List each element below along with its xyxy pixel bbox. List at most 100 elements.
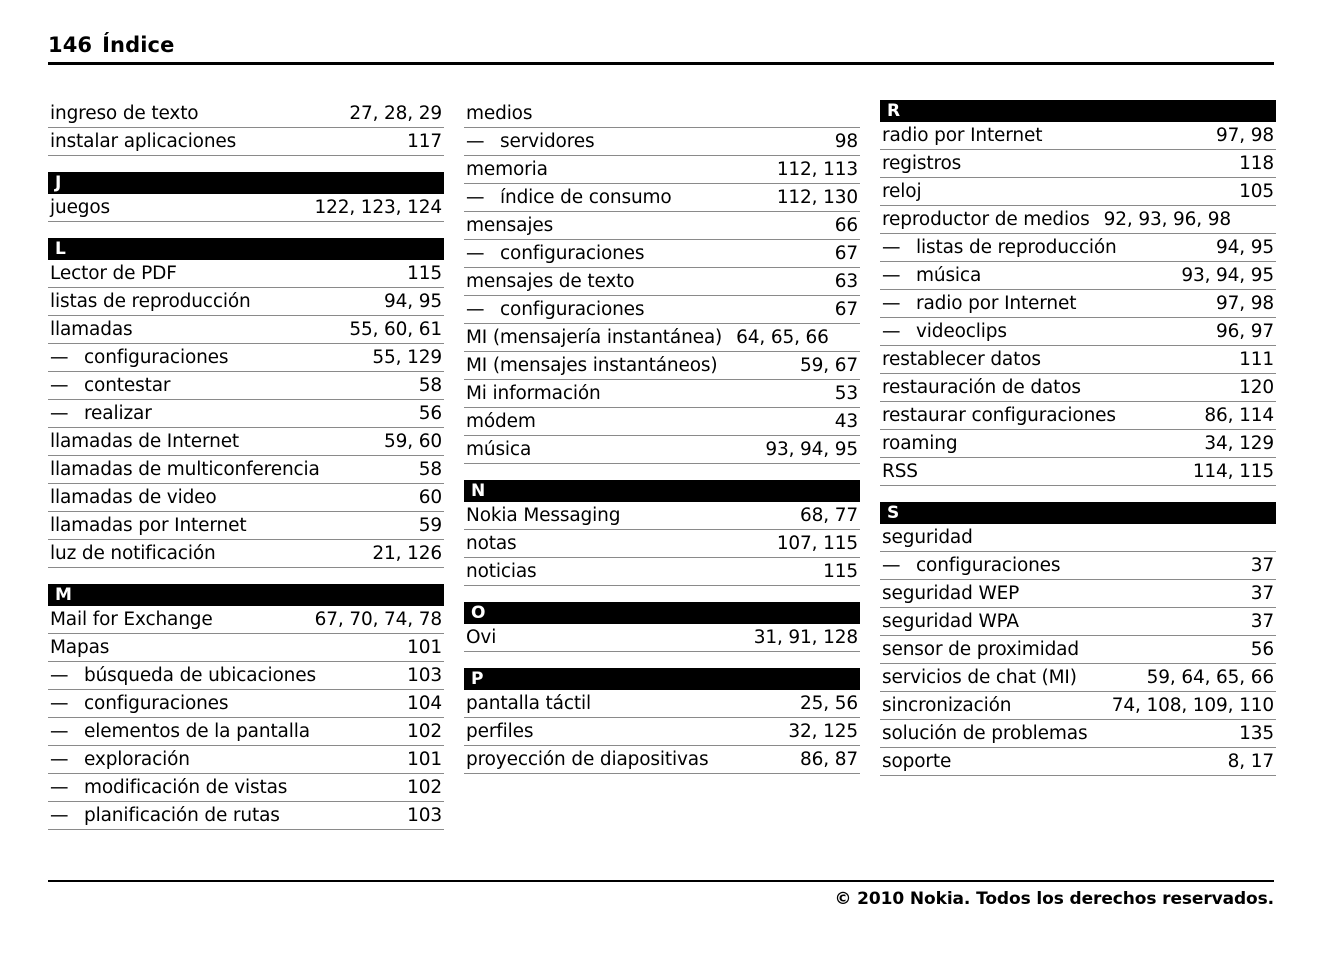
index-entry: sincronización 74, 108, 109, 110 — [880, 692, 1276, 720]
index-entry: llamadas de video 60 — [48, 484, 444, 512]
index-entry-pages: 103 — [407, 665, 442, 686]
index-entry-inner: configuraciones 67 — [466, 241, 858, 266]
index-entry-inner: mensajes de texto 63 — [466, 269, 858, 294]
index-entry-inner: música 93, 94, 95 — [466, 437, 858, 462]
index-entry-term: llamadas por Internet — [50, 515, 247, 536]
index-entry-inner: reproductor de medios 92, 93, 96, 98 — [882, 207, 1274, 232]
index-entry: Mail for Exchange 67, 70, 74, 78 — [48, 606, 444, 634]
index-entry-inner: búsqueda de ubicaciones 103 — [50, 663, 442, 688]
index-entry-term: juegos — [50, 197, 111, 218]
index-entry-term: ingreso de texto — [50, 103, 199, 124]
index-entry-term: Lector de PDF — [50, 263, 177, 284]
index-entry: llamadas de Internet 59, 60 — [48, 428, 444, 456]
index-entry-pages: 105 — [1239, 181, 1274, 202]
index-entry-pages: 102 — [407, 777, 442, 798]
index-entry: música 93, 94, 95 — [464, 436, 860, 464]
index-entry-inner: luz de notificación 21, 126 — [50, 541, 442, 566]
index-entry-pages: 97, 98 — [1216, 293, 1274, 314]
index-entry-term: roaming — [882, 433, 958, 454]
letter-heading-l: L — [48, 238, 444, 260]
index-entry-pages: 67 — [834, 299, 858, 320]
index-entry-pages: 59, 67 — [800, 355, 858, 376]
index-entry-pages: 92, 93, 96, 98 — [1103, 209, 1232, 230]
index-entry: Nokia Messaging 68, 77 — [464, 502, 860, 530]
index-entry-pages: 64, 65, 66 — [736, 327, 829, 348]
letter-heading-j: J — [48, 172, 444, 194]
index-entry-pages: 101 — [407, 637, 442, 658]
index-entry-term: sincronización — [882, 695, 1012, 716]
index-entry-term: proyección de diapositivas — [466, 749, 709, 770]
index-entry-pages: 55, 129 — [372, 347, 442, 368]
index-entry-pages: 117 — [407, 131, 442, 152]
index-entry-pages: 98 — [834, 131, 858, 152]
index-entry-inner: configuraciones 104 — [50, 691, 442, 716]
index-entry-term: mensajes de texto — [466, 271, 635, 292]
index-entry-inner: sincronización 74, 108, 109, 110 — [882, 693, 1274, 718]
index-entry-inner: Mail for Exchange 67, 70, 74, 78 — [50, 607, 442, 632]
index-entry-inner: contestar 58 — [50, 373, 442, 398]
index-subentry-term: planificación de rutas — [50, 803, 280, 828]
index-entry-term: seguridad — [882, 527, 973, 548]
index-subentry-term: servidores — [466, 129, 595, 154]
index-entry-inner: medios — [466, 101, 858, 126]
index-entry-pages: 114, 115 — [1192, 461, 1274, 482]
index-entry: seguridad WPA 37 — [880, 608, 1276, 636]
column-2: medios servidores 98 memoria 112, 113 índice … — [464, 100, 860, 830]
index-entry-pages: 31, 91, 128 — [753, 627, 858, 648]
index-entry-term: solución de problemas — [882, 723, 1088, 744]
index-entry: sensor de proximidad 56 — [880, 636, 1276, 664]
index-columns: ingreso de texto 27, 28, 29 instalar aplic… — [48, 100, 1276, 830]
index-entry-term: seguridad WPA — [882, 611, 1019, 632]
footer-copyright: © 2010 Nokia. Todos los derechos reserva… — [834, 889, 1274, 909]
index-entry-pages: 115 — [823, 561, 858, 582]
index-entry: reproductor de medios 92, 93, 96, 98 — [880, 206, 1276, 234]
index-entry-inner: restaurar configuraciones 86, 114 — [882, 403, 1274, 428]
index-entry-pages: 135 — [1239, 723, 1274, 744]
index-entry-inner: planificación de rutas 103 — [50, 803, 442, 828]
index-entry: MI (mensajería instantánea) 64, 65, 66 — [464, 324, 860, 352]
index-entry-inner: índice de consumo 112, 130 — [466, 185, 858, 210]
index-group: M Mail for Exchange 67, 70, 74, 78 Mapas 101… — [48, 584, 444, 830]
index-entry-term: Mapas — [50, 637, 110, 658]
index-entry-pages: 34, 129 — [1204, 433, 1274, 454]
footer-divider — [48, 880, 1274, 882]
index-group: Sseguridadconfiguraciones37seguridad WEP… — [880, 502, 1276, 776]
index-entry-inner: reloj 105 — [882, 179, 1274, 204]
index-entry: RSS 114, 115 — [880, 458, 1276, 486]
index-entry-pages: 66 — [834, 215, 858, 236]
letter-heading-r: R — [880, 100, 1276, 122]
index-entry-term: RSS — [882, 461, 918, 482]
index-entry-pages: 58 — [418, 459, 442, 480]
index-entry-term: perfiles — [466, 721, 534, 742]
page-title-text: Índice — [102, 33, 175, 57]
index-entry: restablecer datos 111 — [880, 346, 1276, 374]
index-entry-term: registros — [882, 153, 962, 174]
index-entry-inner: realizar 56 — [50, 401, 442, 426]
index-group: Rradio por Internet 97, 98 registros 118 rel… — [880, 100, 1276, 486]
index-entry-term: seguridad WEP — [882, 583, 1020, 604]
index-entry-term: llamadas — [50, 319, 133, 340]
index-entry-inner: llamadas de video 60 — [50, 485, 442, 510]
index-entry-term: restaurar configuraciones — [882, 405, 1116, 426]
index-entry-term: Ovi — [466, 627, 497, 648]
index-entry-inner: servidores 98 — [466, 129, 858, 154]
index-entry-inner: seguridad — [882, 525, 1274, 550]
index-entry: seguridad — [880, 524, 1276, 552]
column-1: ingreso de texto 27, 28, 29 instalar aplic… — [48, 100, 444, 830]
index-entry-inner: videoclips 96, 97 — [882, 319, 1274, 344]
index-entry-pages: 56 — [1250, 639, 1274, 660]
index-group: Jjuegos 122, 123, 124 — [48, 172, 444, 222]
index-entry-inner: notas 107, 115 — [466, 531, 858, 556]
index-subentry-term: radio por Internet — [882, 291, 1076, 316]
index-subentry-term: elementos de la pantalla — [50, 719, 310, 744]
index-subentry-term: realizar — [50, 401, 152, 426]
index-entry: ingreso de texto 27, 28, 29 — [48, 100, 444, 128]
index-entry-term: servicios de chat (MI) — [882, 667, 1077, 688]
index-entry-term: Mail for Exchange — [50, 609, 213, 630]
index-entry-inner: proyección de diapositivas 86, 87 — [466, 747, 858, 772]
index-entry: listas de reproducción 94, 95 — [880, 234, 1276, 262]
index-entry-inner: llamadas por Internet 59 — [50, 513, 442, 538]
index-entry-inner: configuraciones 55, 129 — [50, 345, 442, 370]
index-entry: memoria 112, 113 — [464, 156, 860, 184]
index-entry-pages: 86, 114 — [1204, 405, 1274, 426]
